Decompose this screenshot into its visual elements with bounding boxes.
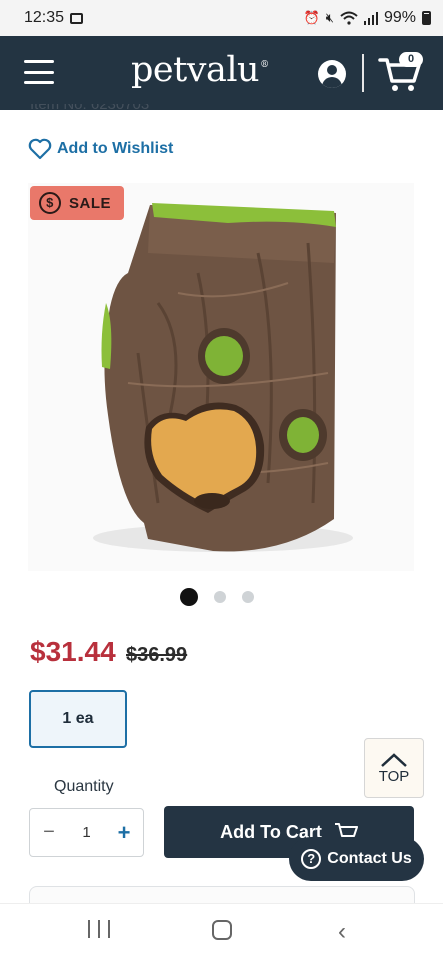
carousel-dot-1[interactable] — [180, 588, 198, 606]
size-option-label: 1 ea — [62, 710, 94, 727]
image-carousel-dots — [180, 588, 254, 606]
quantity-input[interactable]: 1 — [82, 824, 90, 841]
back-to-top-button[interactable]: TOP — [364, 738, 424, 798]
chevron-up-icon — [381, 752, 407, 767]
carousel-dot-2[interactable] — [214, 591, 226, 603]
hamburger-menu-icon[interactable] — [24, 60, 54, 84]
size-option-1-ea[interactable]: 1 ea — [29, 690, 127, 748]
wishlist-label: Add to Wishlist — [57, 140, 174, 157]
back-icon[interactable]: ‹ — [338, 918, 346, 946]
heart-icon — [28, 138, 52, 160]
increase-quantity-button[interactable]: + — [115, 820, 133, 846]
quantity-stepper: − 1 + — [29, 808, 144, 857]
user-account-icon[interactable] — [318, 60, 346, 88]
sale-price: $31.44 — [30, 636, 116, 667]
contact-label: Contact Us — [327, 850, 412, 867]
battery-percent: 99% — [383, 9, 416, 26]
home-icon[interactable] — [212, 920, 232, 940]
gallery-notification-icon — [70, 12, 84, 24]
decrease-quantity-button[interactable]: − — [40, 821, 58, 844]
site-header: petvalu® 0 — [0, 36, 443, 110]
wifi-icon — [340, 11, 358, 25]
quantity-label: Quantity — [54, 778, 114, 795]
original-price: $36.99 — [126, 644, 188, 666]
sale-label: SALE — [69, 194, 112, 212]
header-divider — [362, 54, 364, 92]
petvalu-logo[interactable]: petvalu® — [131, 50, 269, 90]
product-image[interactable] — [28, 183, 414, 571]
add-to-wishlist-link[interactable]: Add to Wishlist — [28, 138, 173, 160]
status-bar: 12:35 ⏰ 🔇︎ 99% — [0, 0, 443, 36]
product-page: 12:35 ⏰ 🔇︎ 99% petvalu® 0 Item No: 62307… — [0, 0, 443, 960]
android-nav-bar: ‹ — [0, 903, 443, 960]
cart-count-badge: 0 — [399, 52, 423, 67]
status-time: 12:35 — [24, 9, 65, 26]
sale-badge: $ SALE — [30, 186, 124, 220]
alarm-icon: ⏰ — [303, 10, 320, 25]
top-label: TOP — [378, 767, 410, 785]
carousel-dot-3[interactable] — [242, 591, 254, 603]
question-icon: ? — [301, 849, 322, 869]
mute-icon: 🔇︎ — [325, 10, 334, 25]
recents-icon[interactable] — [88, 920, 110, 940]
contact-us-button[interactable]: ? Contact Us — [289, 837, 424, 881]
item-number: Item No: 6230703 — [30, 104, 149, 112]
signal-icon — [363, 12, 378, 25]
dollar-coin-icon: $ — [39, 192, 61, 214]
battery-icon — [422, 11, 431, 25]
